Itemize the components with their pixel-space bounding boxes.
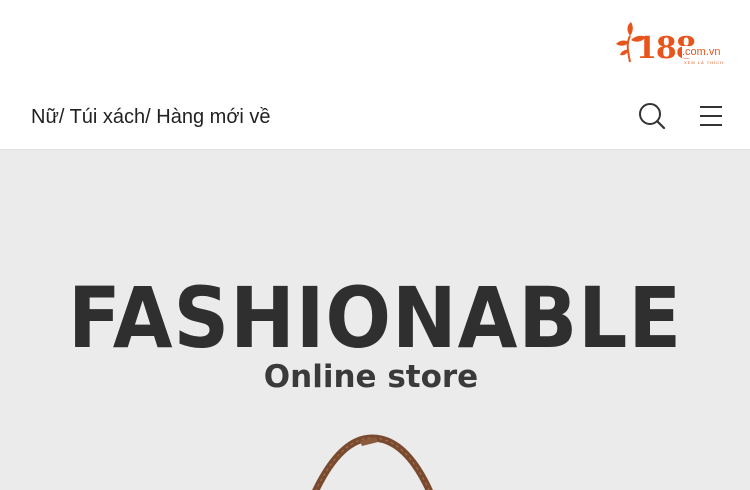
logo-domain: .com.vn — [682, 46, 721, 58]
logo-slogan: XEM LÀ THÍCH — [684, 60, 724, 65]
menu-icon — [700, 106, 722, 126]
hero-subtitle: Online store — [263, 359, 479, 395]
hero-banner[interactable]: FASHIONABLE Online store — [0, 150, 750, 490]
search-icon — [639, 103, 666, 130]
breadcrumb[interactable]: Nữ/ Túi xách/ Hàng mới về — [31, 104, 271, 130]
header-bar: 188 .com.vn XEM LÀ THÍCH Nữ/ Túi xách/ H… — [0, 0, 750, 150]
site-logo[interactable]: 188 .com.vn XEM LÀ THÍCH — [616, 22, 734, 70]
menu-button[interactable] — [698, 104, 724, 128]
handbag-handle-image — [312, 434, 433, 490]
hero-title: FASHIONABLE — [67, 269, 683, 367]
search-button[interactable] — [638, 102, 666, 130]
